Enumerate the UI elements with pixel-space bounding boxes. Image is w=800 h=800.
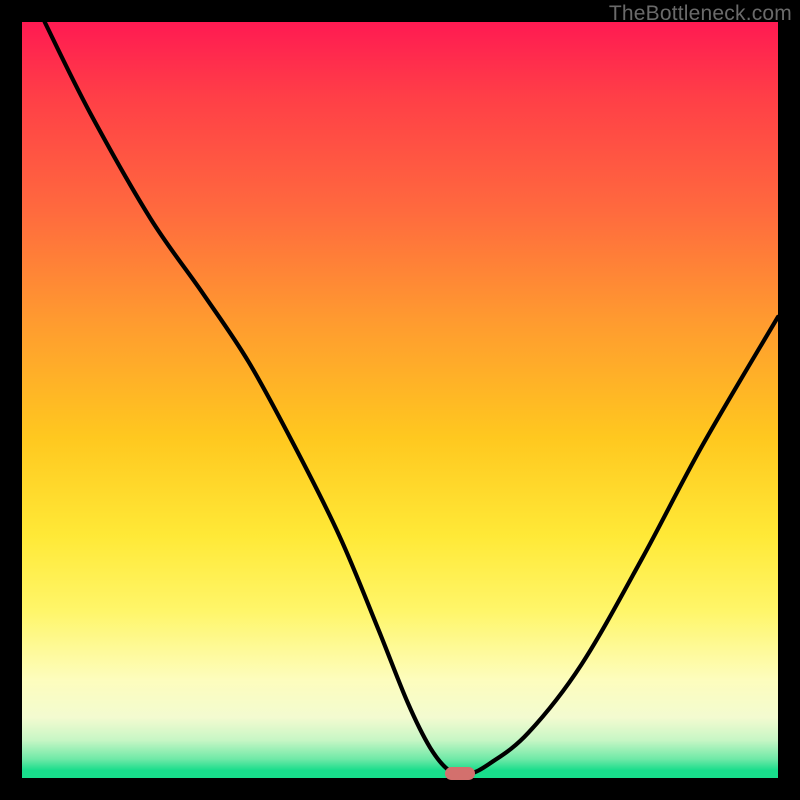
minimum-marker [445,767,475,780]
chart-frame: TheBottleneck.com [0,0,800,800]
bottleneck-curve [22,22,778,778]
plot-area [22,22,778,778]
